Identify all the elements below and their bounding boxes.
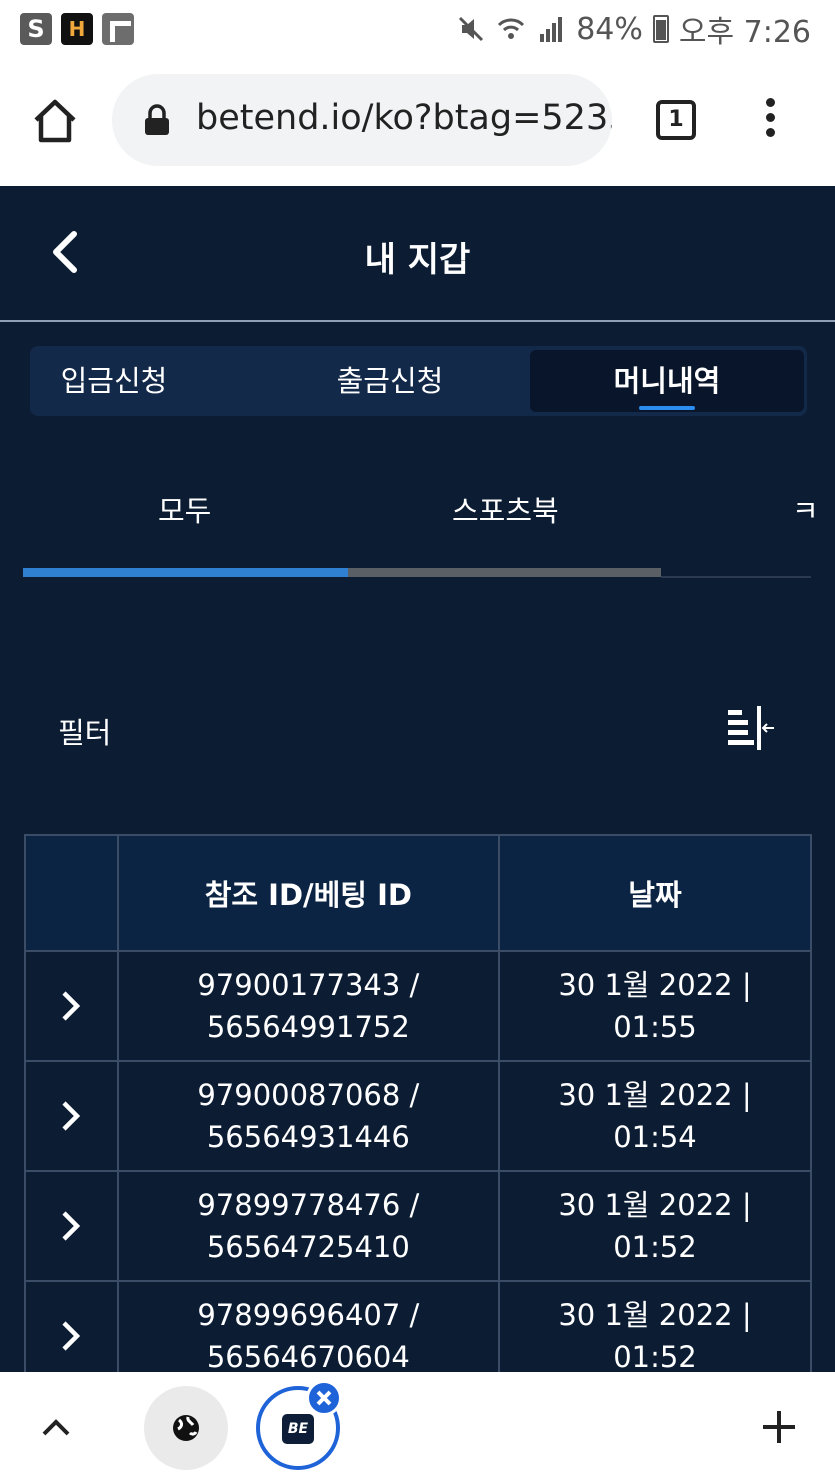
subtab-active-indicator	[23, 568, 348, 577]
expand-chevron-icon[interactable]	[24, 1280, 119, 1372]
time: 01:55	[613, 1010, 697, 1044]
table-row[interactable]: 97899778476 / 56564725410 30 1월 2022 | 01:…	[24, 1170, 813, 1282]
table-row[interactable]: 97900177343 / 56564991752 30 1월 2022 | 01:…	[24, 950, 813, 1062]
header-date: 날짜	[497, 834, 813, 952]
table-row[interactable]: 97899696407 / 56564670604 30 1월 2022 | 01:…	[24, 1280, 813, 1372]
signal-icon	[536, 14, 566, 44]
bet-id: 56564670604	[206, 1340, 410, 1372]
new-tab-plus-icon[interactable]	[760, 1408, 798, 1446]
subtab-casino-partial[interactable]: ㅋ	[792, 488, 819, 530]
wallet-tabs: 입금신청 출금신청 머니내역	[30, 346, 807, 416]
date: 30 1월 2022 |	[558, 968, 752, 1002]
ref-id: 97899696407 /	[197, 1298, 420, 1332]
ref-id-cell: 97899778476 / 56564725410	[116, 1170, 500, 1282]
expand-chevron-icon[interactable]	[24, 950, 119, 1062]
time: 01:52	[613, 1340, 697, 1372]
bet-id: 56564725410	[206, 1230, 410, 1264]
tab-money-history-label: 머니내역	[613, 364, 721, 398]
subtab-sportsbook[interactable]: 스포츠북	[452, 488, 559, 530]
active-tab-indicator	[639, 406, 695, 410]
lock-icon	[144, 104, 170, 136]
app-notification-icon-h: H	[61, 13, 93, 45]
browser-toolbar: betend.io/ko?btag=5233 1	[0, 58, 835, 186]
time: 01:54	[613, 1120, 697, 1154]
ref-id: 97899778476 /	[197, 1188, 420, 1222]
clock: 오후 7:26	[678, 15, 811, 50]
app-notification-icon-f	[102, 13, 134, 45]
bet-id: 56564991752	[206, 1010, 410, 1044]
browser-menu-icon[interactable]	[756, 98, 784, 148]
date-cell: 30 1월 2022 | 01:52	[497, 1170, 813, 1282]
subtab-divider	[661, 576, 811, 578]
filter-label: 필터	[58, 716, 112, 750]
battery-icon	[652, 15, 669, 43]
address-bar[interactable]: betend.io/ko?btag=5233	[112, 74, 612, 166]
ref-id-cell: 97899696407 / 56564670604	[116, 1280, 500, 1372]
wifi-icon	[496, 14, 526, 44]
date-cell: 30 1월 2022 | 01:55	[497, 950, 813, 1062]
home-icon[interactable]	[30, 96, 80, 146]
app-notification-icon-s: S	[20, 13, 52, 45]
expand-chevron-icon[interactable]	[24, 1170, 119, 1282]
filter-toggle-icon[interactable]	[726, 706, 776, 750]
date-cell: 30 1월 2022 | 01:52	[497, 1280, 813, 1372]
header-ref-id: 참조 ID/베팅 ID	[116, 834, 500, 952]
page-header: 내 지갑	[0, 186, 835, 322]
tab-money-history[interactable]: 머니내역	[530, 350, 804, 412]
ref-id: 97900177343 /	[197, 968, 420, 1002]
subtab-all[interactable]: 모두	[158, 488, 211, 530]
expand-chevron-icon[interactable]	[24, 1060, 119, 1172]
tab-switcher-button[interactable]: 1	[656, 100, 696, 140]
battery-percent: 84%	[576, 11, 643, 47]
browser-bottom-bar: BE	[0, 1372, 835, 1484]
ref-id-cell: 97900087068 / 56564931446	[116, 1060, 500, 1172]
table-row[interactable]: 97900087068 / 56564931446 30 1월 2022 | 01:…	[24, 1060, 813, 1172]
tab-deposit[interactable]: 입금신청	[30, 346, 198, 416]
date: 30 1월 2022 |	[558, 1078, 752, 1112]
tab-withdraw[interactable]: 출금신청	[300, 346, 480, 416]
status-indicators: 84% 오후 7:26	[456, 10, 811, 50]
table-header-row: 참조 ID/베팅 ID 날짜	[24, 834, 813, 952]
close-tab-icon[interactable]	[306, 1380, 342, 1416]
date: 30 1월 2022 |	[558, 1298, 752, 1332]
globe-icon	[173, 1415, 199, 1441]
status-bar: S H 84% 오후 7:26	[0, 0, 835, 58]
url-text: betend.io/ko?btag=5233	[196, 98, 612, 138]
wallet-page: 내 지갑 입금신청 출금신청 머니내역 모두 스포츠북 ㅋ 필터 참조 ID/베…	[0, 186, 835, 1372]
date: 30 1월 2022 |	[558, 1188, 752, 1222]
tab-globe[interactable]	[144, 1386, 228, 1470]
betend-logo: BE	[282, 1414, 314, 1444]
chevron-up-icon[interactable]	[38, 1410, 74, 1446]
page-title: 내 지갑	[364, 240, 471, 280]
ref-id: 97900087068 /	[197, 1078, 420, 1112]
date-cell: 30 1월 2022 | 01:54	[497, 1060, 813, 1172]
ref-id-cell: 97900177343 / 56564991752	[116, 950, 500, 1062]
mute-icon	[456, 14, 486, 44]
bet-id: 56564931446	[206, 1120, 410, 1154]
header-expand-col	[24, 834, 119, 952]
time: 01:52	[613, 1230, 697, 1264]
transaction-table: 참조 ID/베팅 ID 날짜 97900177343 / 56564991752 …	[24, 834, 813, 1372]
